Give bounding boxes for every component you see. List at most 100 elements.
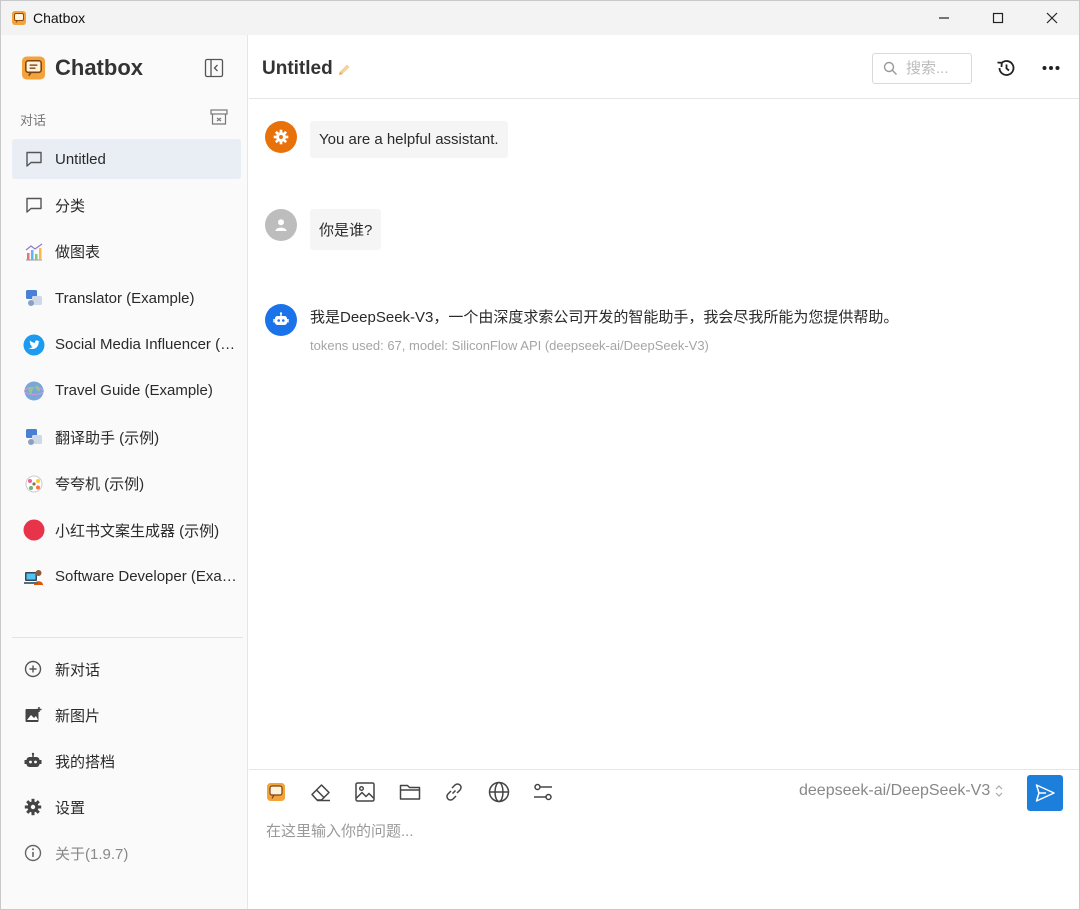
attach-link-button[interactable] [442, 780, 466, 804]
session-item-social-media[interactable]: Social Media Influencer (Example) [12, 325, 241, 365]
session-item-category[interactable]: 分类 [12, 185, 241, 225]
settings-button[interactable]: 设置 [12, 787, 241, 827]
new-chat-button[interactable]: 新对话 [12, 649, 241, 689]
new-image-label: 新图片 [55, 707, 101, 725]
assistant-message: 我是DeepSeek-V3，一个由深度求索公司开发的智能助手，我会尽我所能为您提… [265, 304, 898, 353]
session-item-travel-guide[interactable]: Travel Guide (Example) [12, 371, 241, 411]
user-avatar-icon [265, 209, 297, 241]
brand: Chatbox [21, 55, 143, 81]
minimize-icon [939, 17, 949, 19]
collapse-sidebar-icon[interactable] [203, 57, 225, 79]
section-label: 对话 [20, 113, 47, 128]
history-icon[interactable] [995, 57, 1017, 79]
more-options-icon[interactable] [1040, 57, 1062, 79]
search-box[interactable] [872, 53, 972, 84]
plus-circle-icon [23, 659, 43, 679]
robot-avatar-icon [265, 304, 297, 336]
clear-button[interactable] [309, 780, 333, 804]
user-message-text: 你是谁? [310, 209, 382, 250]
chat-bubble-icon [23, 194, 45, 216]
message-meta: tokens used: 67, model: SiliconFlow API … [310, 338, 709, 353]
composer: deepseek-ai/DeepSeek-V3 [249, 769, 1079, 909]
link-icon [446, 783, 462, 801]
gear-icon [23, 797, 43, 817]
my-partners-button[interactable]: 我的搭档 [12, 741, 241, 781]
assistant-message-text: 我是DeepSeek-V3，一个由深度求索公司开发的智能助手，我会尽我所能为您提… [310, 309, 899, 326]
sidebar-divider [12, 637, 243, 638]
assistant-message-body: 我是DeepSeek-V3，一个由深度求索公司开发的智能助手，我会尽我所能为您提… [310, 304, 898, 353]
attach-image-button[interactable] [353, 780, 377, 804]
edit-title-icon[interactable] [336, 62, 352, 78]
search-input[interactable] [906, 60, 970, 77]
session-item-praise-bot[interactable]: 夸夸机 (示例) [12, 464, 241, 504]
gear-avatar-icon [265, 121, 297, 153]
main-panel: Untitled You are [249, 35, 1079, 909]
image-icon [355, 782, 375, 802]
settings-sliders-icon [534, 783, 552, 801]
developer-avatar-icon [23, 566, 45, 588]
globe-icon [488, 781, 509, 803]
maximize-icon [992, 12, 1004, 24]
about-button[interactable]: 关于(1.9.7) [12, 833, 241, 873]
composer-toolbar [264, 780, 576, 804]
model-selector[interactable]: deepseek-ai/DeepSeek-V3 [799, 782, 1005, 800]
session-label: 做图表 [55, 244, 101, 262]
attach-file-button[interactable] [398, 780, 422, 804]
session-item-xiaohongshu[interactable]: 小红书文案生成器 (示例) [12, 510, 241, 550]
window-controls [917, 1, 1079, 35]
close-icon [1046, 12, 1058, 24]
chatbox-app-icon [12, 11, 26, 25]
system-message-text: You are a helpful assistant. [310, 121, 508, 158]
session-label: 夸夸机 (示例) [55, 476, 145, 494]
send-button[interactable] [1027, 775, 1063, 811]
conversation-header: Untitled [249, 35, 1079, 99]
title-bar: Chatbox [1, 1, 1079, 35]
session-item-translate-assistant[interactable]: 翻译助手 (示例) [12, 417, 241, 457]
model-name: deepseek-ai/DeepSeek-V3 [799, 782, 991, 799]
session-label: 分类 [55, 197, 86, 215]
system-message: You are a helpful assistant. [265, 121, 508, 158]
archive-icon[interactable] [209, 108, 229, 126]
globe-avatar-icon [23, 380, 45, 402]
chatbox-logo-icon [21, 56, 46, 80]
session-label: 翻译助手 (示例) [55, 429, 160, 447]
translator-avatar-icon [23, 287, 45, 309]
new-image-button[interactable]: 新图片 [12, 695, 241, 735]
minimize-button[interactable] [917, 1, 971, 35]
twitter-bird-icon [23, 334, 45, 356]
up-down-chevron-icon [995, 785, 1003, 797]
message-list: You are a helpful assistant. 你是谁? 我是Deep… [249, 99, 1079, 769]
robot-icon [23, 751, 43, 771]
chatbox-button[interactable] [264, 780, 288, 804]
brand-name: Chatbox [55, 55, 143, 80]
add-image-icon [23, 705, 43, 725]
session-label: 小红书文案生成器 (示例) [55, 522, 220, 540]
session-item-software-developer[interactable]: Software Developer (Example) [12, 557, 241, 597]
message-input[interactable] [266, 820, 1046, 880]
chart-avatar-icon [23, 241, 45, 263]
chatbox-logo-icon [267, 783, 285, 801]
about-label: 关于(1.9.7) [55, 845, 129, 863]
eraser-icon [310, 784, 330, 802]
close-button[interactable] [1025, 1, 1079, 35]
session-item-make-chart[interactable]: 做图表 [12, 232, 241, 272]
info-icon [23, 843, 43, 863]
conversation-title: Untitled [262, 58, 333, 79]
maximize-button[interactable] [971, 1, 1025, 35]
session-label: Travel Guide (Example) [55, 382, 213, 400]
my-partners-label: 我的搭档 [55, 753, 116, 771]
session-label: Untitled [55, 150, 106, 168]
xiaohongshu-logo-icon [23, 519, 45, 541]
search-icon [883, 61, 897, 75]
translator-avatar-icon [23, 426, 45, 448]
session-item-translator[interactable]: Translator (Example) [12, 278, 241, 318]
app-window: Chatbox Chatbox 对话 Untitled 分类 做图表 Trans… [0, 0, 1080, 910]
chat-bubble-icon [23, 148, 45, 170]
user-message: 你是谁? [265, 209, 382, 250]
flower-avatar-icon [23, 473, 45, 495]
chat-settings-button[interactable] [531, 780, 555, 804]
web-browsing-button[interactable] [487, 780, 511, 804]
folder-icon [399, 784, 420, 800]
session-item-untitled[interactable]: Untitled [12, 139, 241, 179]
session-label: Translator (Example) [55, 289, 195, 307]
